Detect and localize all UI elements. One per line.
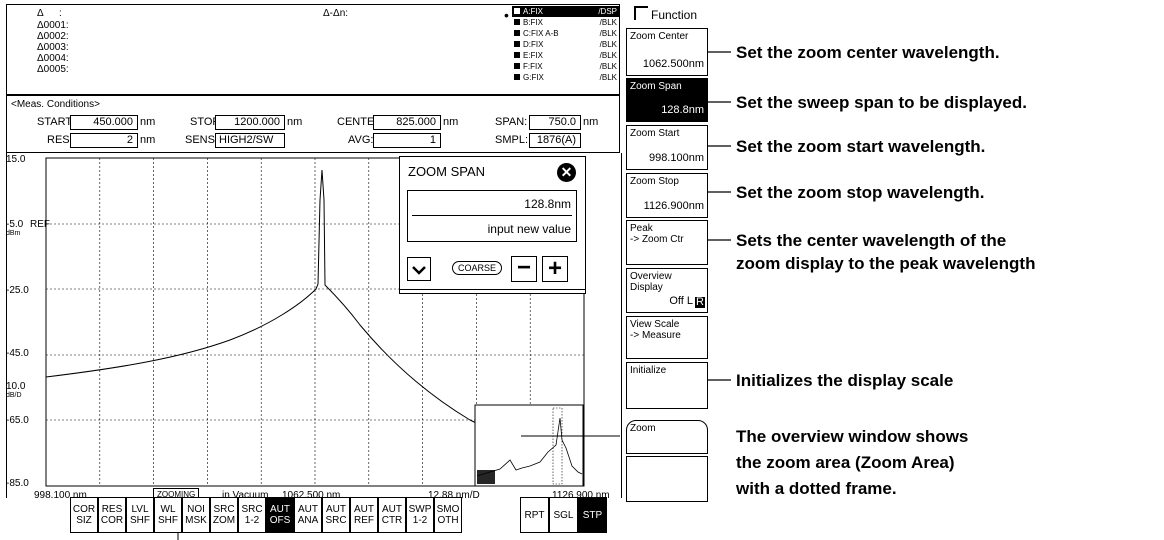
callout-peak-line2: zoom display to the peak wavelength <box>736 254 1036 273</box>
callout-zoom-center: Set the zoom center wavelength. <box>736 43 1000 62</box>
callout-initialize: Initializes the display scale <box>736 371 954 390</box>
callout-zoom-span: Set the sweep span to be displayed. <box>736 93 1027 112</box>
callout-overview-line2: the zoom area (Zoom Area) <box>736 453 955 472</box>
callout-zoom-stop: Set the zoom stop wavelength. <box>736 183 985 202</box>
callout-overview-line3: with a dotted frame. <box>736 479 897 498</box>
callout-peak-line1: Sets the center wavelength of the <box>736 231 1007 250</box>
callout-overview-line1: The overview window shows <box>736 427 969 446</box>
callout-zoom-start: Set the zoom start wavelength. <box>736 137 986 156</box>
